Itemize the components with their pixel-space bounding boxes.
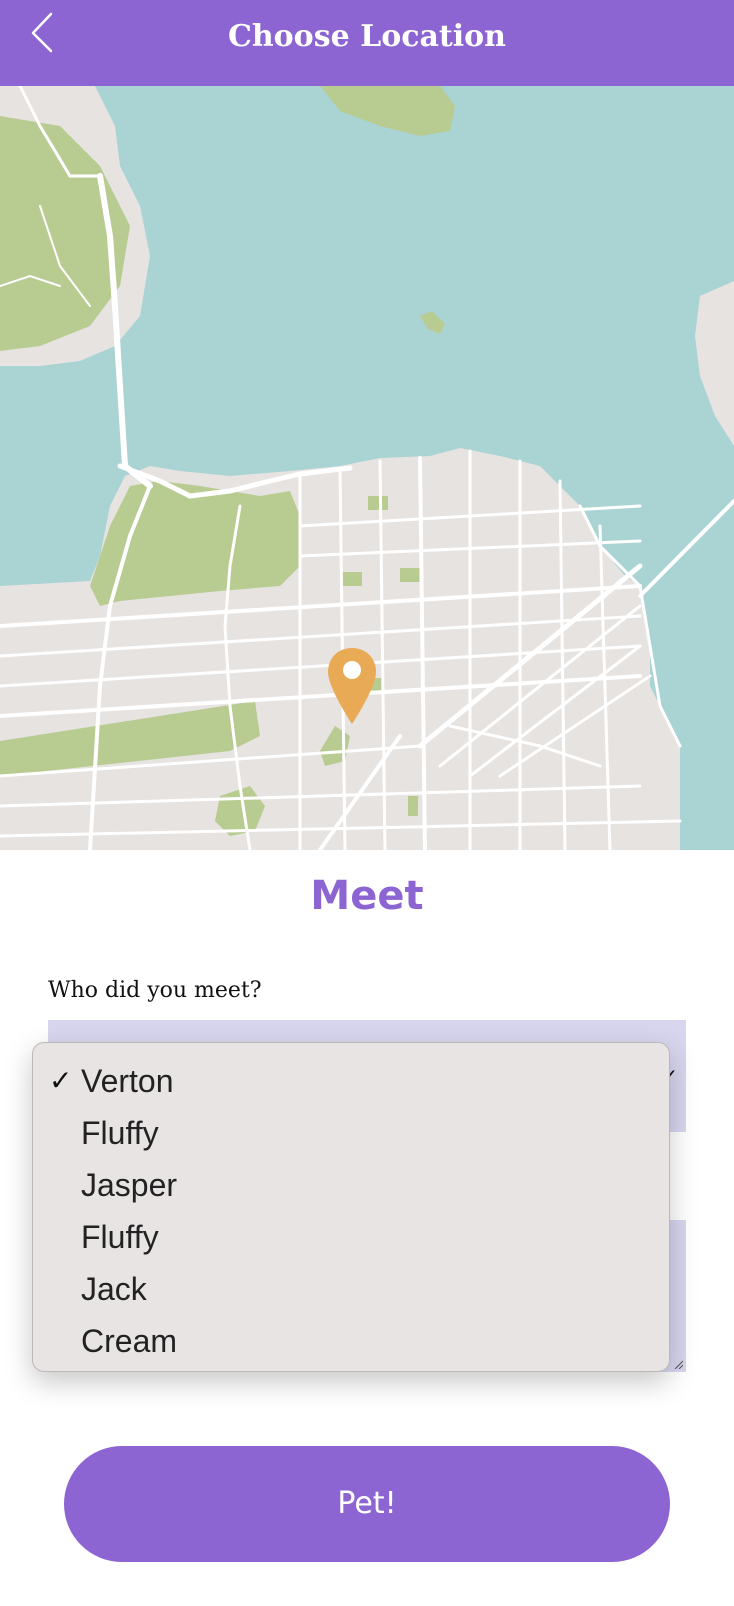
option-label: Cream bbox=[81, 1323, 178, 1359]
option-label: Verton bbox=[81, 1063, 174, 1099]
section-title: Meet bbox=[310, 873, 424, 919]
pet-option-cream[interactable]: Cream bbox=[33, 1315, 669, 1367]
map-pin-icon[interactable] bbox=[326, 646, 378, 726]
pet-option-jasper[interactable]: Jasper bbox=[33, 1159, 669, 1211]
who-label: Who did you meet? bbox=[48, 978, 262, 1003]
app-header: Choose Location bbox=[0, 0, 734, 86]
resize-grip-icon[interactable] bbox=[673, 1359, 683, 1369]
option-label: Jasper bbox=[81, 1167, 178, 1203]
page-title: Choose Location bbox=[227, 19, 506, 54]
pet-option-verton[interactable]: ✓ Verton bbox=[33, 1055, 669, 1107]
pet-option-jack[interactable]: Jack bbox=[33, 1263, 669, 1315]
location-map[interactable] bbox=[0, 86, 734, 850]
check-icon: ✓ bbox=[49, 1065, 73, 1096]
option-label: Jack bbox=[81, 1271, 147, 1307]
pet-option-fluffy[interactable]: Fluffy bbox=[33, 1107, 669, 1159]
pet-dropdown-menu: ✓ Verton Fluffy Jasper Fluffy Jack Cream bbox=[32, 1042, 670, 1372]
pet-option-fluffy-2[interactable]: Fluffy bbox=[33, 1211, 669, 1263]
pet-submit-button[interactable]: Pet! bbox=[64, 1446, 670, 1562]
option-label: Fluffy bbox=[81, 1115, 159, 1151]
option-label: Fluffy bbox=[81, 1219, 159, 1255]
